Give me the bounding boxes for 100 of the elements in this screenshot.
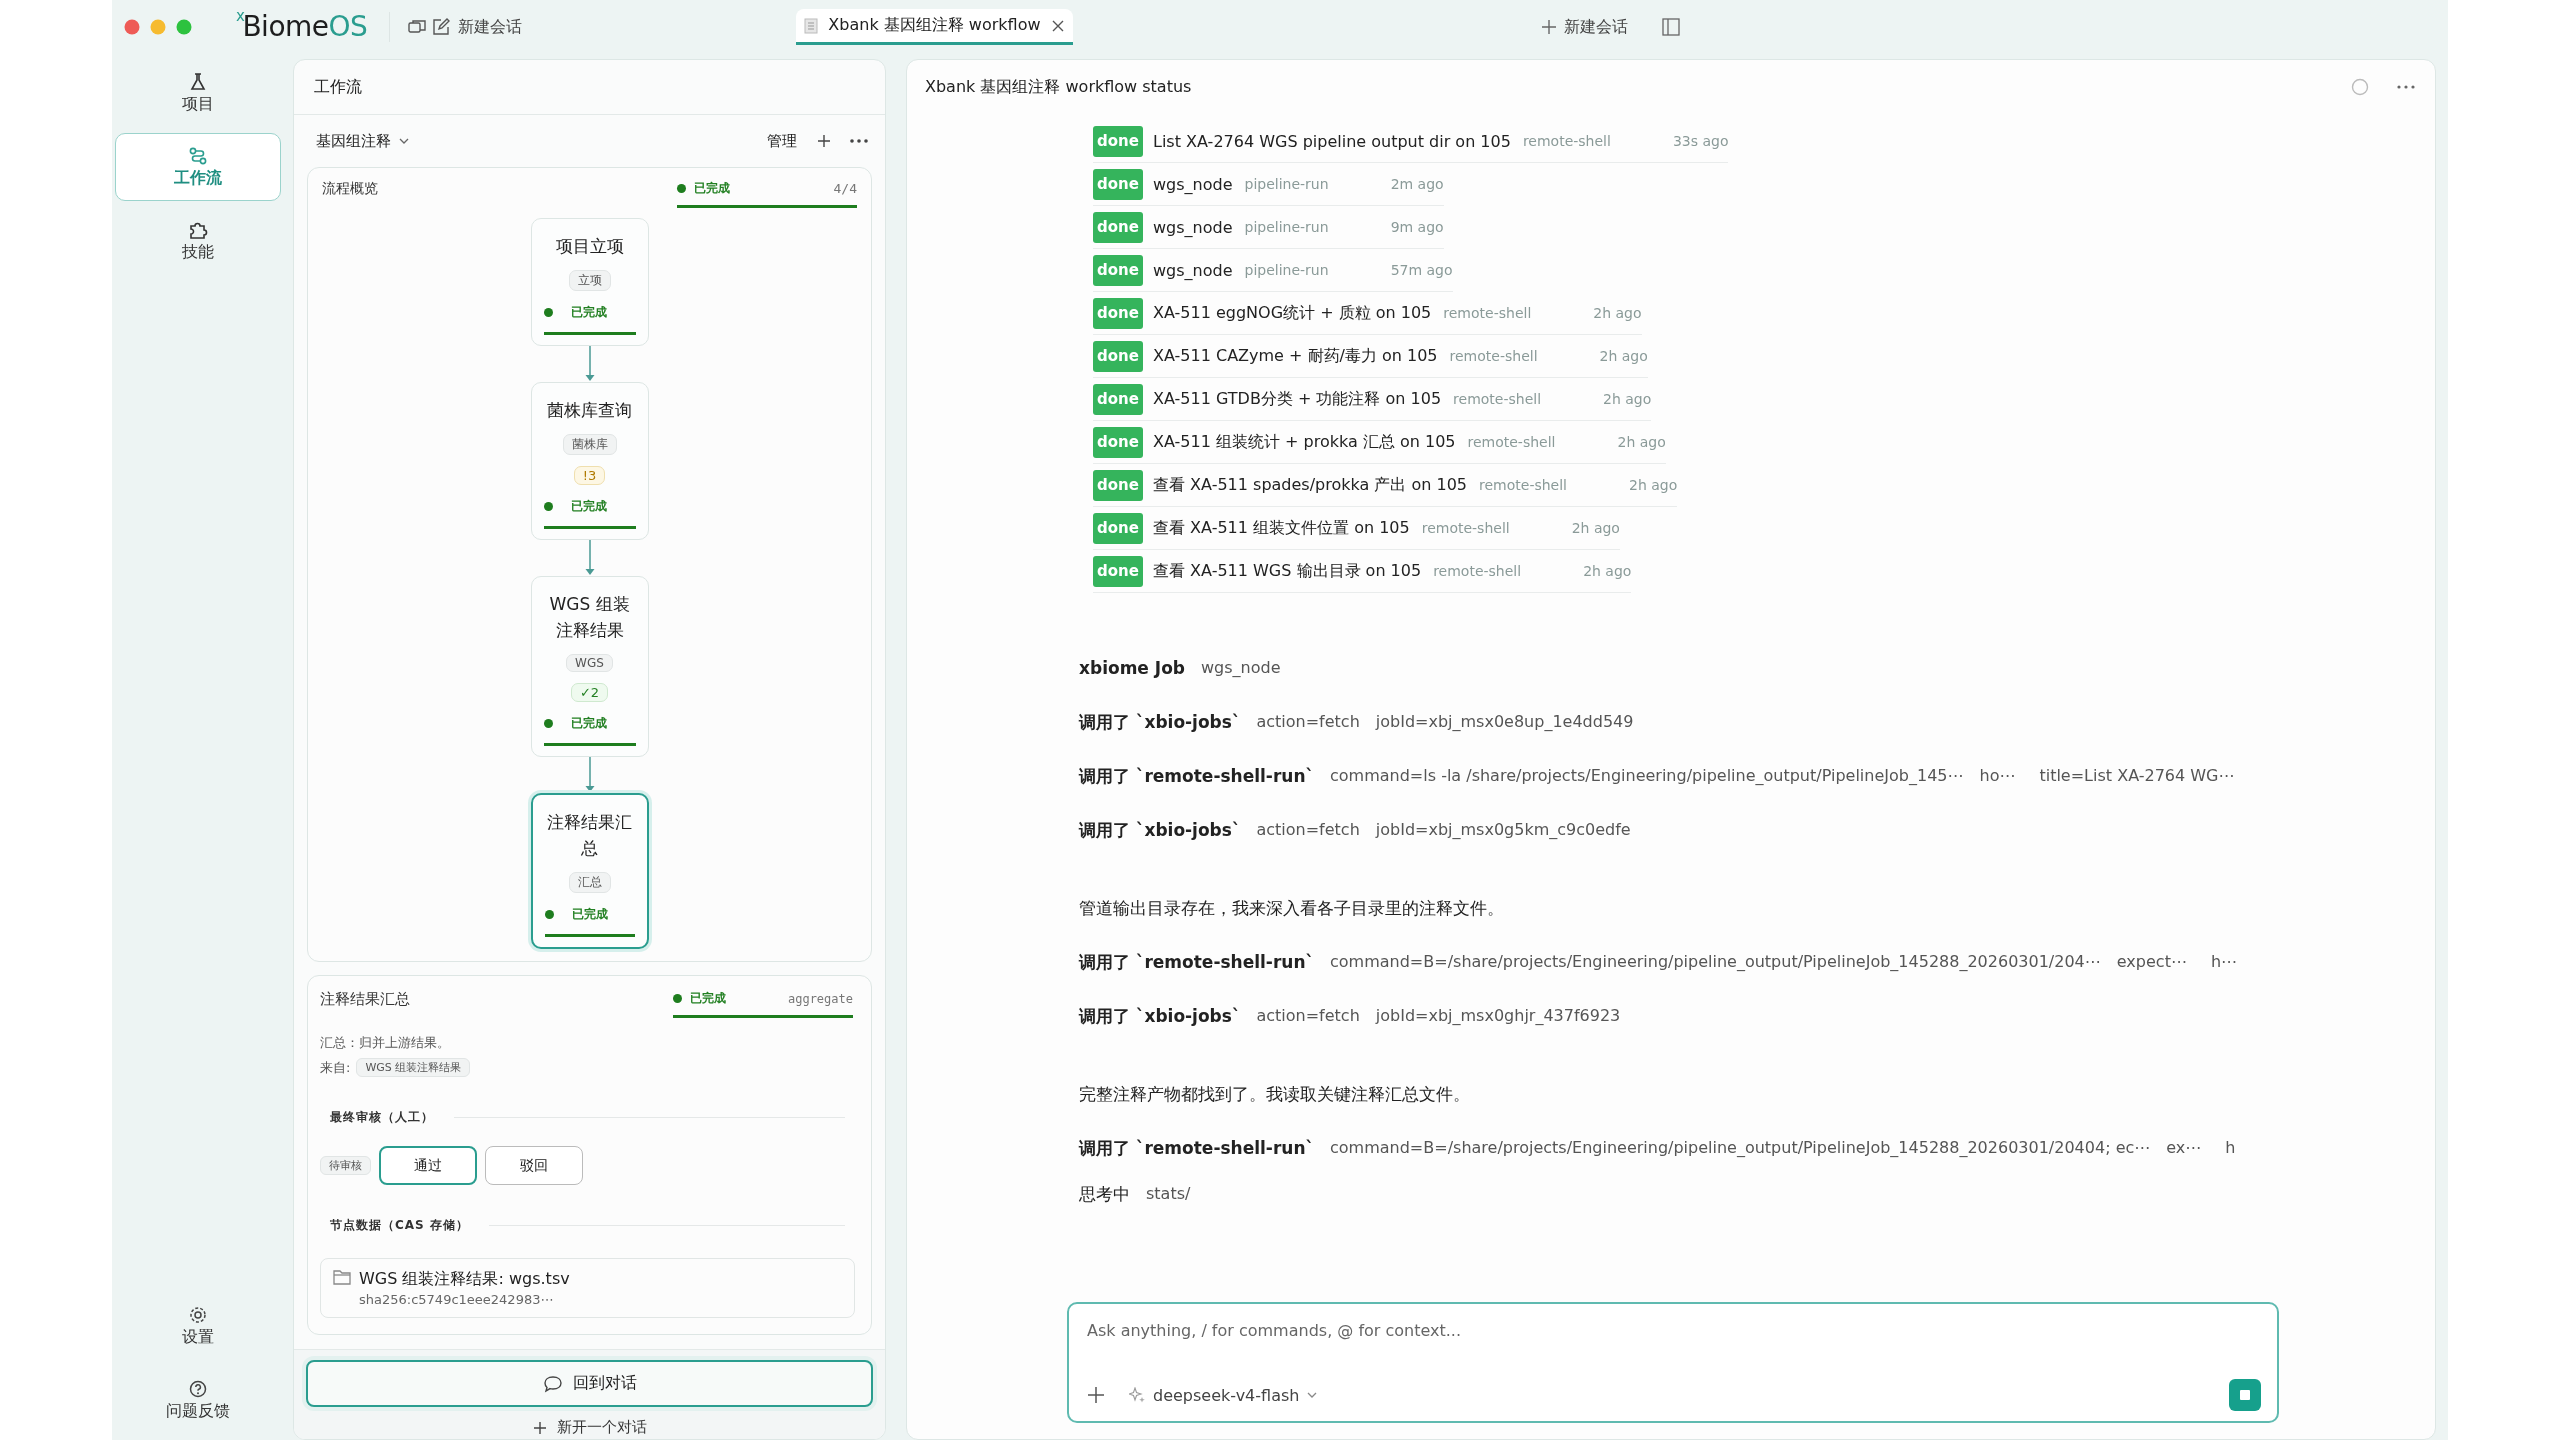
job-title[interactable]: XA-511 CAZyme + 耐药/毒力 on 105: [1153, 345, 1438, 367]
tool-argument: h⋯: [2210, 951, 2238, 973]
connector-arrow: [583, 540, 596, 576]
job-title[interactable]: wgs_node: [1153, 174, 1233, 194]
new-chat-button[interactable]: 新开一个对话: [526, 1417, 653, 1438]
job-title[interactable]: XA-511 组装统计 + prokka 汇总 on 105: [1153, 431, 1456, 453]
job-time: 2h ago: [1617, 434, 1666, 450]
job-name: wgs_node: [1201, 657, 1281, 679]
workflow-node-card[interactable]: 注释结果汇总 汇总 已完成: [530, 793, 649, 949]
job-title[interactable]: 查看 XA-511 组装文件位置 on 105: [1153, 517, 1410, 539]
review-button[interactable]: 通过: [379, 1146, 477, 1185]
edit-icon: [432, 18, 451, 36]
status-dot: [677, 184, 686, 193]
tool-call-label: 调用了 `xbio-jobs`: [1079, 711, 1241, 734]
job-time: 2h ago: [1629, 477, 1678, 493]
model-selector[interactable]: deepseek-v4-flash: [1123, 1384, 1324, 1406]
node-title: WGS 组装注释结果: [548, 593, 631, 642]
workflow-node-card[interactable]: 菌株库查询 菌株库 !3 已完成: [530, 382, 649, 540]
document-icon: [804, 17, 819, 34]
node-tag: 立项: [568, 270, 611, 291]
count-badge: !3: [573, 466, 606, 485]
job-label: xbiome Job: [1079, 657, 1185, 680]
nav-item[interactable]: 工作流: [115, 133, 281, 201]
status-badge: done: [1093, 168, 1143, 200]
windows-icon: [408, 19, 427, 35]
tool-call-label: 调用了 `xbio-jobs`: [1079, 1005, 1241, 1028]
workflow-node-card[interactable]: 项目立项 立项 已完成: [530, 218, 649, 346]
job-time: 2h ago: [1593, 305, 1642, 321]
source-tag: WGS 组装注释结果: [356, 1058, 471, 1077]
message-input[interactable]: Ask anything, / for commands, @ for context... deepseek-v4-flash: [1067, 1302, 2279, 1423]
message-text: 完整注释产物都找到了。我读取关键注释汇总文件。: [1079, 1083, 1470, 1106]
job-type: remote-shell: [1467, 434, 1556, 450]
job-time: 2m ago: [1390, 176, 1444, 192]
more-icon[interactable]: [849, 138, 869, 144]
status-badge: done: [1093, 125, 1143, 157]
node-title: 项目立项: [555, 235, 624, 258]
tool-argument: jobId=xbj_msx0ghjr_437f6923: [1375, 1005, 1621, 1027]
job-type: remote-shell: [1449, 348, 1538, 364]
close-button[interactable]: [124, 19, 140, 35]
chat-bubble-icon: [542, 1374, 563, 1393]
thinking-label: 思考中: [1079, 1183, 1130, 1206]
job-title[interactable]: XA-511 GTDB分类 + 功能注释 on 105: [1153, 388, 1442, 410]
tab[interactable]: Xbank 基因组注释 workflow: [796, 9, 1073, 45]
job-title[interactable]: 查看 XA-511 WGS 输出目录 on 105: [1153, 560, 1422, 582]
job-time: 2h ago: [1599, 348, 1648, 364]
message-text: 管道输出目录存在，我来深入看各子目录里的注释文件。: [1079, 897, 1504, 920]
workflow-node-card[interactable]: WGS 组装注释结果 WGS ✓2 已完成: [530, 576, 649, 757]
plus-icon[interactable]: [1087, 1386, 1105, 1404]
new-chat-button[interactable]: 新建会话: [1537, 14, 1632, 40]
panel-title: 工作流: [294, 60, 885, 115]
job-time: 2h ago: [1583, 563, 1632, 579]
sidebar-toggle-icon[interactable]: [1661, 18, 1680, 36]
manage-button[interactable]: 管理: [761, 130, 803, 152]
job-type: remote-shell: [1453, 391, 1542, 407]
maximize-button[interactable]: [176, 19, 192, 35]
chevron-down-icon: [1307, 1392, 1318, 1398]
job-title[interactable]: List XA-2764 WGS pipeline output dir on 105: [1153, 131, 1511, 151]
close-icon[interactable]: [1050, 18, 1065, 33]
job-title[interactable]: XA-511 eggNOG统计 + 质粒 on 105: [1153, 302, 1432, 324]
workflow-dropdown[interactable]: 基因组注释: [316, 131, 409, 151]
folder-icon: [333, 1269, 351, 1285]
section-heading: 节点数据（CAS 存储）: [330, 1217, 469, 1234]
status-badge: done: [1093, 426, 1143, 458]
nav-item[interactable]: 技能: [115, 207, 281, 275]
nav-item[interactable]: 设置: [115, 1292, 281, 1360]
tool-argument: title=List XA-2764 WG⋯: [2039, 765, 2235, 787]
stop-button[interactable]: [2229, 1379, 2261, 1411]
job-type: remote-shell: [1479, 477, 1567, 493]
progress-count: 4/4: [833, 181, 857, 196]
status-badge: done: [1093, 512, 1143, 544]
tool-argument: ex⋯: [2166, 1137, 2202, 1159]
nav-item[interactable]: 项目: [115, 59, 281, 127]
job-time: 33s ago: [1672, 133, 1729, 149]
job-title[interactable]: 查看 XA-511 spades/prokka 产出 on 105: [1153, 474, 1467, 496]
file-card[interactable]: WGS 组装注释结果: wgs.tsv sha256:c5749c1eee242983⋯: [320, 1258, 855, 1318]
tool-argument: jobId=xbj_msx0g5km_c9c0edfe: [1375, 819, 1631, 841]
chevron-down-icon: [399, 138, 409, 144]
job-type: remote-shell: [1522, 133, 1611, 149]
nav-item[interactable]: 问题反馈: [115, 1366, 281, 1434]
status-label: 已完成: [694, 180, 730, 197]
sparkle-icon: [1129, 1387, 1145, 1403]
status-dot: [673, 994, 682, 1003]
job-title[interactable]: wgs_node: [1153, 217, 1233, 237]
more-icon[interactable]: [2397, 85, 2415, 89]
job-type: remote-shell: [1421, 520, 1510, 536]
job-title[interactable]: wgs_node: [1153, 260, 1233, 280]
review-button[interactable]: 驳回: [485, 1146, 583, 1185]
file-name: WGS 组装注释结果: wgs.tsv: [359, 1269, 570, 1290]
status-dot: [543, 719, 553, 728]
stop-icon: [2240, 1390, 2250, 1400]
job-type: remote-shell: [1433, 563, 1522, 579]
plus-icon[interactable]: [817, 134, 831, 148]
settings-icon: [188, 1304, 208, 1325]
section-heading: 最终审核（人工）: [330, 1109, 434, 1126]
status-dot: [543, 308, 553, 317]
tool-argument: h: [2225, 1137, 2236, 1159]
source-label: 来自:: [320, 1058, 351, 1077]
new-chat-button[interactable]: 新建会话: [428, 14, 527, 40]
status-badge: done: [1093, 297, 1143, 329]
tool-call-label: 调用了 `xbio-jobs`: [1079, 819, 1241, 842]
